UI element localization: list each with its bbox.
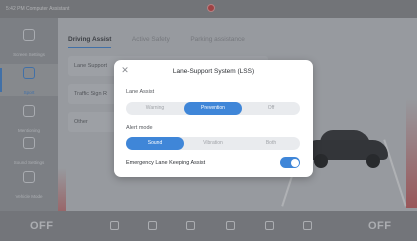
lss-dialog: ✕ Lane-Support System (LSS) Lane Assist … <box>114 60 313 177</box>
lane-assist-label: Lane Assist <box>126 89 155 95</box>
alert-mode-option-sound[interactable]: Sound <box>126 137 184 150</box>
lane-assist-selector: Warning Prevention Off <box>126 102 300 115</box>
alert-mode-label: Alert mode <box>126 125 153 131</box>
alert-mode-option-vibration[interactable]: Vibration <box>184 137 242 150</box>
lane-assist-option-warning[interactable]: Warning <box>126 102 184 115</box>
lane-assist-option-prevention[interactable]: Prevention <box>184 102 242 115</box>
dialog-title: Lane-Support System (LSS) <box>172 68 255 75</box>
lane-assist-option-off[interactable]: Off <box>242 102 300 115</box>
alert-mode-selector: Sound Vibration Both <box>126 137 300 150</box>
alert-mode-option-both[interactable]: Both <box>242 137 300 150</box>
ekla-label: Emergency Lane Keeping Assist <box>126 160 206 166</box>
toggle-knob <box>290 158 299 167</box>
vehicle-screen: 5:42 PM Computer Assistant Screen Settin… <box>0 0 417 241</box>
ekla-toggle[interactable] <box>280 157 300 168</box>
